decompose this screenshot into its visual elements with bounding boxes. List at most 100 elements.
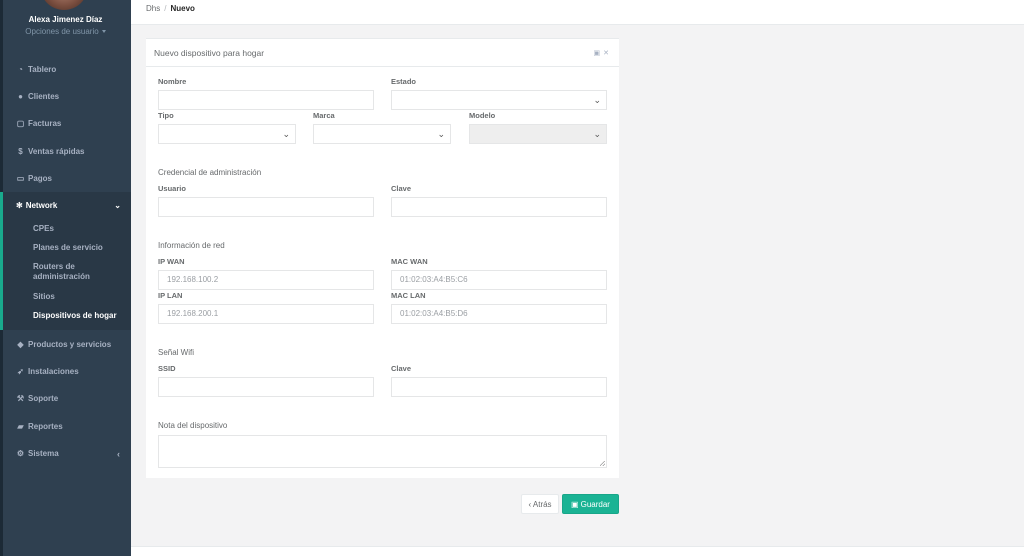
sidebar-item-label: Facturas: [28, 119, 62, 128]
snowflake-icon: ✻: [16, 201, 23, 210]
sidebar-subitem-cpes[interactable]: CPEs: [33, 224, 128, 234]
mac-wan-input[interactable]: 01:02:03:A4:B5:C6: [391, 270, 607, 290]
sidebar-item-ventas-rapidas[interactable]: $ Ventas rápidas: [0, 138, 131, 165]
sidebar-item-clientes[interactable]: ● Clientes: [0, 83, 131, 110]
sidebar-item-network[interactable]: ✻ Network ⌄: [3, 192, 131, 219]
chevron-left-icon: ‹: [117, 448, 120, 459]
dollar-icon: $: [18, 147, 23, 156]
ip-wan-input[interactable]: 192.168.100.2: [158, 270, 374, 290]
ssid-input[interactable]: [158, 377, 374, 397]
sidebar-item-label: Ventas rápidas: [28, 147, 85, 156]
save-button[interactable]: ▣ Guardar: [562, 494, 619, 514]
sidebar-item-label: Tablero: [28, 65, 57, 74]
sidebar: Alexa Jimenez Díaz Opciones de usuario ◔…: [0, 0, 131, 556]
mac-wan-label: MAC WAN: [391, 257, 428, 266]
sidebar-subitem-planes-de-servicio[interactable]: Planes de servicio: [33, 243, 128, 253]
save-button-label: Guardar: [580, 499, 610, 509]
ip-wan-label: IP WAN: [158, 257, 185, 266]
cogs-icon: ⚙: [16, 449, 25, 458]
sidebar-item-label: Sistema: [28, 449, 59, 458]
mac-lan-input[interactable]: 01:02:03:A4:B5:D6: [391, 304, 607, 324]
wrench-icon: ⚒: [16, 394, 25, 403]
modelo-select[interactable]: ⌄: [469, 124, 607, 144]
nota-textarea[interactable]: [158, 435, 607, 468]
back-button[interactable]: ‹ Atrás: [521, 494, 559, 514]
section-red: Información de red: [158, 241, 225, 250]
tags-icon: ◆: [17, 340, 24, 349]
breadcrumb: Dhs / Nuevo: [146, 4, 195, 13]
sidebar-item-label: Clientes: [28, 92, 60, 101]
sidebar-item-label: Productos y servicios: [28, 340, 112, 349]
sidebar-item-instalaciones[interactable]: ➶ Instalaciones: [0, 358, 131, 385]
sidebar-item-productos[interactable]: ◆ Productos y servicios: [0, 331, 131, 358]
ip-lan-input[interactable]: 192.168.200.1: [158, 304, 374, 324]
usuario-input[interactable]: [158, 197, 374, 217]
chevron-down-icon: ⌄: [437, 129, 445, 139]
chevron-down-icon: ⌄: [114, 201, 121, 210]
avatar[interactable]: [40, 0, 88, 10]
sidebar-item-label: Instalaciones: [28, 367, 79, 376]
clave-input[interactable]: [391, 197, 607, 217]
section-credencial: Credencial de administración: [158, 168, 262, 177]
panel-title: Nuevo dispositivo para hogar: [154, 48, 265, 58]
estado-label: Estado: [391, 77, 417, 86]
user-options-label: Opciones de usuario: [25, 27, 99, 36]
user-options-dropdown[interactable]: Opciones de usuario: [0, 27, 131, 36]
estado-select[interactable]: ⌄: [391, 90, 607, 110]
top-bar: Dhs / Nuevo: [131, 0, 1024, 25]
tipo-select[interactable]: ⌄: [158, 124, 296, 144]
breadcrumb-separator: /: [164, 4, 167, 13]
clave-wifi-label: Clave: [391, 364, 412, 373]
money-icon: ▭: [16, 174, 25, 183]
nota-label: Nota del dispositivo: [158, 421, 228, 430]
nombre-label: Nombre: [158, 77, 187, 86]
ssid-label: SSID: [158, 364, 176, 373]
tipo-label: Tipo: [158, 111, 174, 120]
ip-lan-label: IP LAN: [158, 291, 183, 300]
close-icon[interactable]: ✕: [603, 49, 609, 57]
sidebar-item-soporte[interactable]: ⚒ Soporte: [0, 385, 131, 412]
sidebar-item-pagos[interactable]: ▭ Pagos: [0, 165, 131, 192]
sidebar-item-sistema[interactable]: ⚙ Sistema ‹: [0, 440, 131, 467]
breadcrumb-current: Nuevo: [170, 4, 195, 13]
sidebar-group-network: ✻ Network ⌄ CPEs Planes de servicio Rout…: [0, 192, 131, 330]
modelo-label: Modelo: [469, 111, 496, 120]
nombre-input[interactable]: [158, 90, 374, 110]
chevron-down-icon: ⌄: [282, 129, 290, 139]
sidebar-item-reportes[interactable]: ▰ Reportes: [0, 413, 131, 440]
sidebar-subitem-dispositivos-de-hogar[interactable]: Dispositivos de hogar: [33, 311, 128, 321]
clave-label: Clave: [391, 184, 412, 193]
book-icon: ▰: [17, 422, 24, 431]
profile-name: Alexa Jimenez Díaz: [28, 15, 103, 24]
clave-wifi-input[interactable]: [391, 377, 607, 397]
users-icon: ●: [18, 92, 23, 101]
panel-tools: ▣ ✕: [594, 49, 610, 57]
panel-header: Nuevo dispositivo para hogar ▣ ✕: [146, 39, 619, 67]
save-icon[interactable]: ▣: [594, 49, 601, 57]
sidebar-item-label: Reportes: [28, 422, 63, 431]
sidebar-item-facturas[interactable]: ▢ Facturas: [0, 110, 131, 137]
resize-grip-icon[interactable]: [600, 461, 605, 466]
mac-lan-label: MAC LAN: [391, 291, 426, 300]
file-icon: ▢: [16, 119, 25, 128]
sidebar-item-label: Network: [25, 201, 58, 210]
sidebar-subitem-sitios[interactable]: Sitios: [33, 292, 128, 302]
sidebar-item-label: Soporte: [28, 394, 59, 403]
marca-select[interactable]: ⌄: [313, 124, 451, 144]
dashboard-icon: ◔: [18, 65, 23, 74]
usuario-label: Usuario: [158, 184, 186, 193]
rocket-icon: ➶: [17, 367, 24, 376]
chevron-down-icon: ⌄: [593, 129, 601, 139]
section-wifi: Señal Wifi: [158, 348, 195, 357]
chevron-down-icon: ⌄: [593, 95, 601, 105]
marca-label: Marca: [313, 111, 335, 120]
device-form-panel: Nuevo dispositivo para hogar ▣ ✕ Nombre …: [146, 38, 619, 478]
caret-down-icon: [101, 30, 106, 34]
floppy-icon: ▣: [571, 499, 579, 509]
sidebar-item-tablero[interactable]: ◔ Tablero: [0, 56, 131, 83]
breadcrumb-link[interactable]: Dhs: [146, 4, 160, 13]
sidebar-subitem-routers[interactable]: Routers de administración: [33, 262, 128, 282]
profile: Alexa Jimenez Díaz Opciones de usuario: [0, 0, 131, 57]
sidebar-item-label: Pagos: [28, 174, 53, 183]
footer: [131, 546, 1024, 556]
